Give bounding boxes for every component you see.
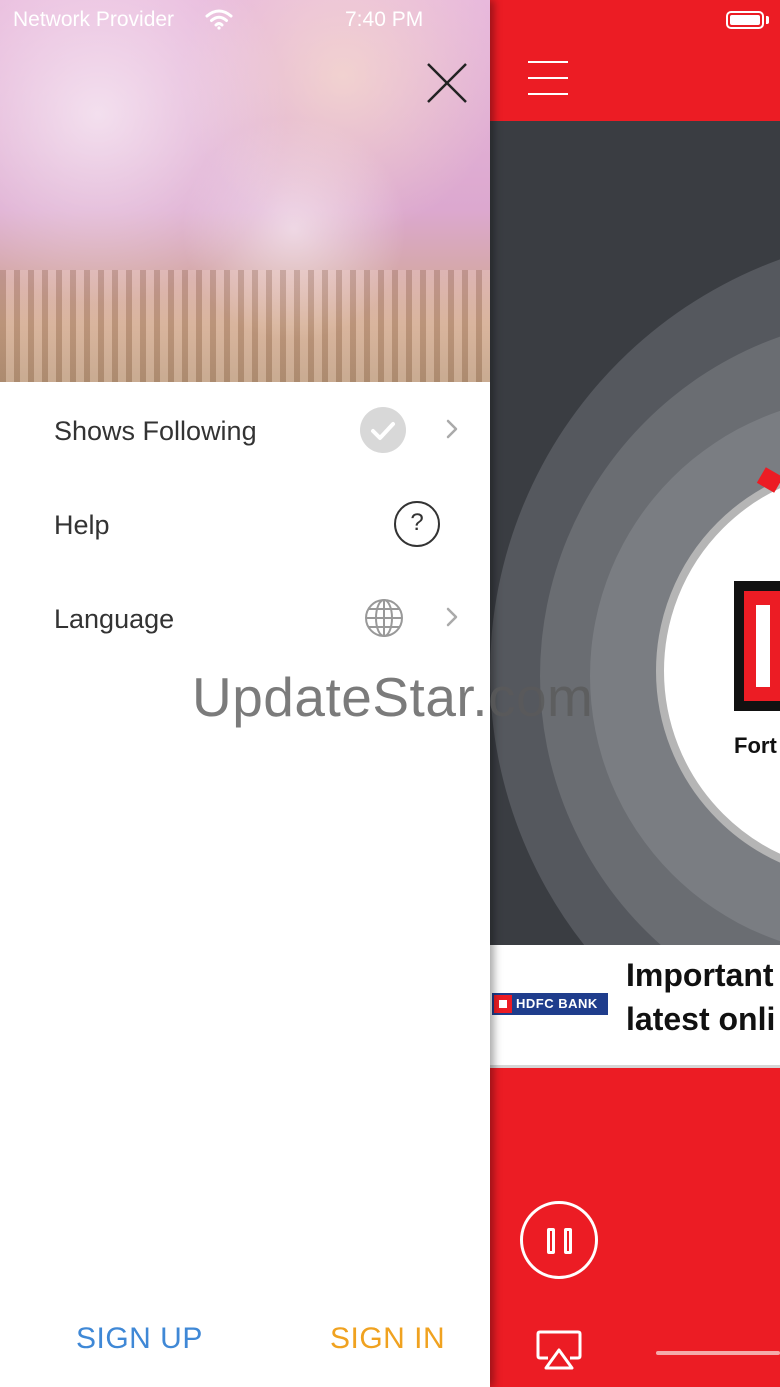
battery-nub (766, 16, 769, 24)
pause-bar-right (564, 1228, 572, 1254)
hamburger-icon[interactable] (528, 61, 568, 95)
status-time: 7:40 PM (345, 8, 424, 31)
ad-brand: HDFC BANK (516, 996, 598, 1011)
sign-up-button[interactable]: SIGN UP (76, 1322, 203, 1356)
ad-line-2: latest onli (626, 1001, 776, 1037)
close-icon[interactable] (422, 58, 472, 108)
question-circle-icon: ? (394, 501, 440, 547)
drawer-hero-image: Network Provider 7:40 PM (0, 0, 490, 382)
battery-icon (726, 11, 764, 29)
menu-item-label: Shows Following (54, 416, 257, 446)
pause-button[interactable] (520, 1201, 598, 1279)
menu-item-label: Language (54, 604, 175, 634)
globe-icon (365, 599, 403, 637)
status-carrier: Network Provider (13, 8, 175, 31)
player-artwork-area: Fort (490, 121, 780, 945)
station-logo (734, 581, 780, 711)
menu-item-help[interactable]: Help ? (0, 484, 490, 578)
checkmark-circle-icon (360, 407, 406, 453)
chevron-right-icon (446, 419, 458, 439)
watermark: UpdateStar.com (192, 666, 594, 728)
hero-crowd (0, 270, 490, 382)
station-name: Fort (734, 733, 777, 758)
menu-item-language[interactable]: Language (0, 578, 490, 672)
chevron-right-icon (446, 607, 458, 627)
menu-item-shows-following[interactable]: Shows Following (0, 390, 490, 484)
player-controls (490, 1065, 780, 1387)
ad-line-1: Important (626, 957, 774, 993)
wifi-icon (205, 9, 233, 30)
hdfc-bank-logo: HDFC BANK (492, 993, 608, 1015)
menu-item-label: Help (54, 510, 110, 540)
pause-bar-left (547, 1228, 555, 1254)
progress-bar[interactable] (656, 1351, 780, 1355)
airplay-icon[interactable] (536, 1330, 582, 1370)
sign-in-button[interactable]: SIGN IN (330, 1322, 445, 1356)
app-header (490, 0, 780, 121)
ad-headline: Important latest onli (626, 953, 775, 1041)
hdfc-mark-icon (494, 995, 512, 1013)
ad-banner[interactable]: HDFC BANK Important latest onli (490, 945, 780, 1065)
